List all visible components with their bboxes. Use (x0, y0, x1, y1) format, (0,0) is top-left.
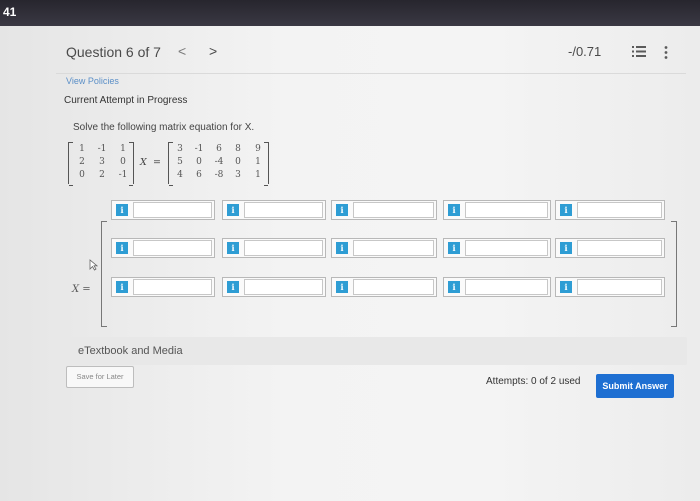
matrix-cell: 3 (99, 157, 105, 167)
answer-matrix-left-bracket (101, 221, 107, 327)
more-options-icon[interactable] (664, 46, 668, 59)
answer-input[interactable] (577, 202, 662, 218)
answer-input[interactable] (133, 279, 212, 295)
answer-input[interactable] (244, 279, 323, 295)
answer-cell: i (555, 277, 665, 297)
matrix-cell: 0 (235, 157, 241, 167)
matrix-cell: 6 (216, 144, 222, 154)
answer-input[interactable] (133, 240, 212, 256)
equation-equals: = (153, 157, 161, 168)
answer-input[interactable] (465, 202, 548, 218)
matrix-cell: 4 (177, 170, 183, 180)
coefficient-matrix: 1 -1 1 2 3 0 0 2 -1 (68, 142, 134, 186)
matrix-cell: 0 (120, 157, 126, 167)
matrix-cell: 1 (255, 157, 261, 167)
matrix-cell: -4 (214, 157, 224, 167)
answer-input[interactable] (577, 240, 662, 256)
info-icon[interactable]: i (336, 242, 348, 254)
answer-cell: i (111, 200, 215, 220)
info-icon[interactable]: i (336, 281, 348, 293)
info-icon[interactable]: i (336, 204, 348, 216)
matrix-cell: -1 (118, 170, 128, 180)
matrix-cell: 6 (196, 170, 202, 180)
answer-input[interactable] (465, 240, 548, 256)
answer-cell: i (331, 238, 437, 258)
matrix-cell: 0 (79, 170, 85, 180)
answer-cell: i (443, 277, 551, 297)
matrix-cell: 3 (177, 144, 183, 154)
submit-answer-button[interactable]: Submit Answer (596, 374, 674, 398)
assignment-page: Question 6 of 7 < > -/0.71 View Policies… (0, 26, 700, 501)
answer-cell: i (222, 238, 326, 258)
next-question-button[interactable]: > (209, 43, 217, 59)
matrix-cell: 8 (235, 144, 241, 154)
matrix-cell: 2 (79, 157, 85, 167)
answer-cell: i (443, 200, 551, 220)
info-icon[interactable]: i (560, 242, 572, 254)
matrix-cell: 9 (255, 144, 261, 154)
info-icon[interactable]: i (560, 204, 572, 216)
info-icon[interactable]: i (227, 242, 239, 254)
matrix-cell: 1 (79, 144, 85, 154)
info-icon[interactable]: i (227, 281, 239, 293)
answer-matrix-right-bracket (671, 221, 677, 327)
status-bar: 41 (0, 0, 700, 26)
answer-cell: i (111, 238, 215, 258)
attempts-counter: Attempts: 0 of 2 used (486, 376, 581, 387)
etextbook-media-label: eTextbook and Media (78, 345, 183, 357)
answer-cell: i (555, 200, 665, 220)
answer-input[interactable] (577, 279, 662, 295)
question-score: -/0.71 (568, 44, 602, 59)
info-icon[interactable]: i (448, 242, 460, 254)
answer-input[interactable] (353, 240, 434, 256)
matrix-cell: 5 (177, 157, 183, 167)
answer-input[interactable] (244, 240, 323, 256)
status-time: 41 (3, 5, 17, 19)
matrix-cell: 2 (99, 170, 105, 180)
answer-cell: i (331, 277, 437, 297)
matrix-cell: 1 (255, 170, 261, 180)
info-icon[interactable]: i (227, 204, 239, 216)
info-icon[interactable]: i (116, 204, 128, 216)
answer-cell: i (555, 238, 665, 258)
question-title: Question 6 of 7 (66, 44, 161, 60)
answer-input[interactable] (133, 202, 212, 218)
answer-input[interactable] (244, 202, 323, 218)
info-icon[interactable]: i (560, 281, 572, 293)
answer-cell: i (111, 277, 215, 297)
info-icon[interactable]: i (116, 242, 128, 254)
attempt-status: Current Attempt in Progress (64, 95, 188, 106)
answer-input[interactable] (465, 279, 548, 295)
info-icon[interactable]: i (116, 281, 128, 293)
answer-input[interactable] (353, 279, 434, 295)
matrix-cell: -1 (97, 144, 107, 154)
question-prompt: Solve the following matrix equation for … (73, 122, 255, 133)
info-icon[interactable]: i (448, 204, 460, 216)
view-policies-link[interactable]: View Policies (66, 76, 119, 86)
matrix-cell: -8 (214, 170, 224, 180)
answer-cell: i (443, 238, 551, 258)
matrix-cell: 0 (196, 157, 202, 167)
matrix-cell: 3 (235, 170, 241, 180)
answer-cell: i (222, 200, 326, 220)
equation-variable: X (140, 157, 147, 168)
list-icon[interactable] (632, 46, 646, 57)
matrix-cell: 1 (120, 144, 126, 154)
result-matrix: 3 -1 6 8 9 5 0 -4 0 1 4 6 -8 3 1 (168, 142, 269, 186)
save-for-later-button[interactable]: Save for Later (66, 366, 134, 388)
answer-label: X = (72, 284, 91, 295)
answer-cell: i (331, 200, 437, 220)
header-divider (56, 73, 686, 74)
previous-question-button[interactable]: < (178, 43, 186, 59)
answer-cell: i (222, 277, 326, 297)
mouse-cursor-icon (89, 259, 98, 271)
matrix-cell: -1 (194, 144, 204, 154)
question-header: Question 6 of 7 < > -/0.71 (0, 26, 700, 76)
answer-input[interactable] (353, 202, 434, 218)
info-icon[interactable]: i (448, 281, 460, 293)
etextbook-media-panel[interactable]: eTextbook and Media (66, 337, 687, 365)
